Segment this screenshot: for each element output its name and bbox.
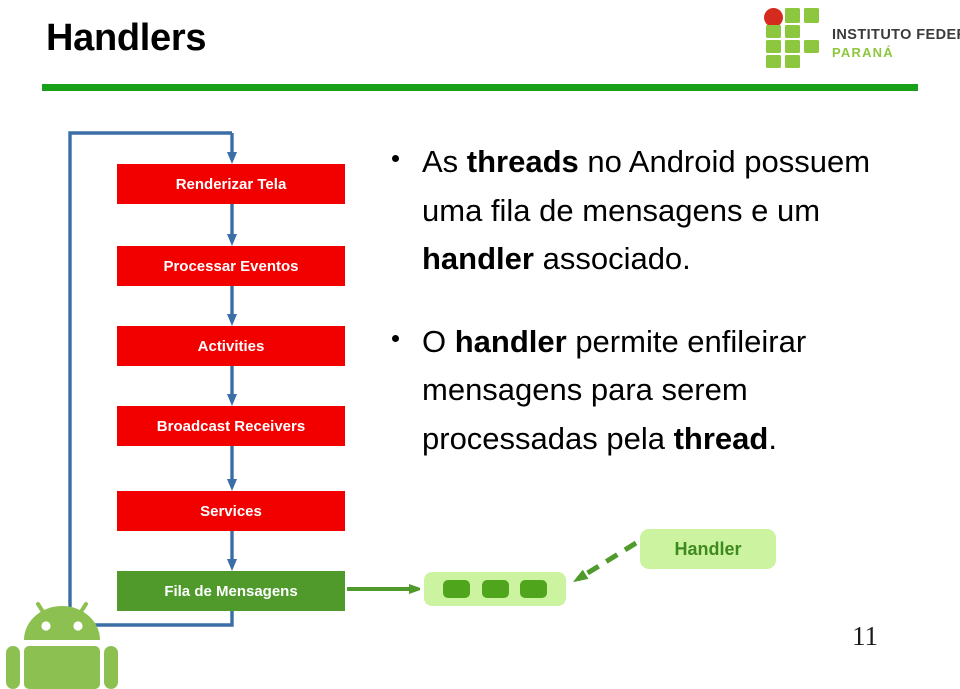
flow-node-renderizar-tela[interactable]: Renderizar Tela (117, 164, 345, 204)
flow-node-activities[interactable]: Activities (117, 326, 345, 366)
queue-cell (481, 580, 509, 598)
logo-line-instituto-federal: INSTITUTO FEDERAL (832, 27, 960, 43)
queue-cell (442, 580, 470, 598)
slide-canvas: Handlers INSTITUTO FEDERAL PARANÁ (0, 0, 960, 689)
ifpr-logo-mark-icon (764, 8, 819, 68)
bullet-dot-icon (392, 155, 399, 162)
android-robot-icon (6, 602, 118, 689)
bullet-text: O handler permite enfileirar mensagens p… (422, 323, 807, 456)
page-number: 11 (852, 621, 878, 651)
institution-logo: INSTITUTO FEDERAL PARANÁ (764, 8, 960, 74)
bullet-dot-icon (392, 334, 399, 342)
queue-cell (520, 580, 548, 598)
bullet-item: As threads no Android possuem uma fila d… (385, 138, 930, 284)
message-queue-graphic (424, 572, 566, 606)
bullet-item: O handler permite enfileirar mensagens p… (385, 318, 930, 464)
flow-node-broadcast-receivers[interactable]: Broadcast Receivers (117, 406, 345, 446)
slide-body: As threads no Android possuem uma fila d… (385, 138, 930, 463)
flow-node-services[interactable]: Services (117, 491, 345, 531)
logo-line-parana: PARANÁ (832, 44, 894, 60)
bullet-text: As threads no Android possuem uma fila d… (422, 144, 871, 276)
flow-node-processar-eventos[interactable]: Processar Eventos (117, 246, 345, 286)
logo-wordmark: INSTITUTO FEDERAL PARANÁ (832, 28, 960, 59)
handler-callout-label: Handler (640, 529, 776, 569)
flow-node-fila-de-mensagens[interactable]: Fila de Mensagens (117, 571, 345, 611)
